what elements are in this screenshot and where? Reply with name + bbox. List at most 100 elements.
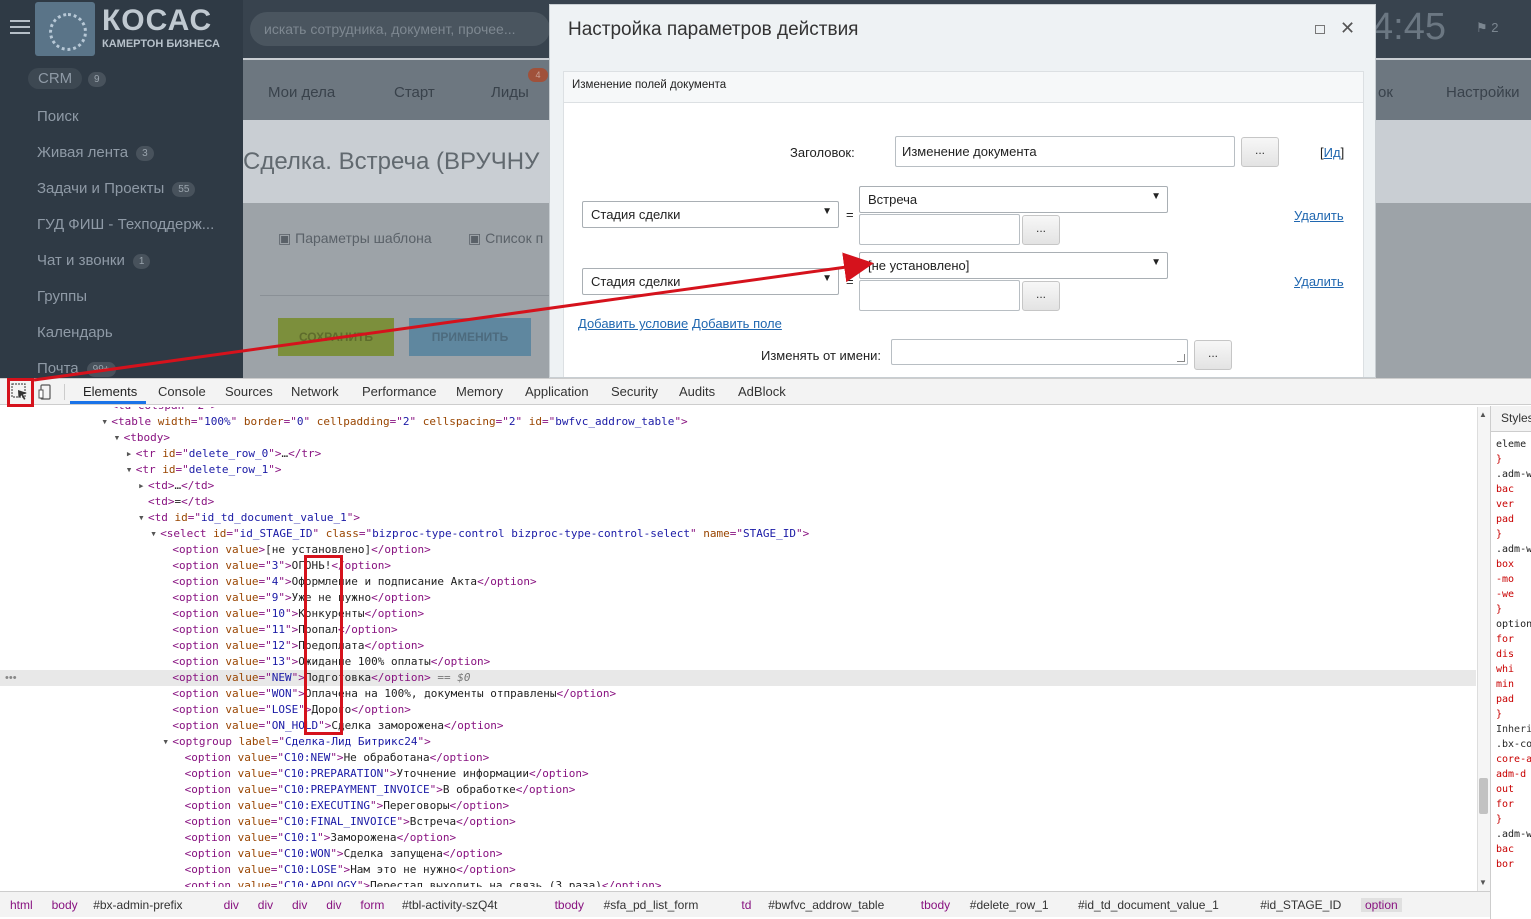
dom-node-row[interactable]: <option value="C10:APOLOGY">Перестал вых… bbox=[0, 878, 1476, 887]
dom-node-row[interactable]: <option value="ON_HOLD">Сделка заморожен… bbox=[0, 718, 1476, 734]
dom-node-row[interactable]: <option value="WON">Оплачена на 100%, до… bbox=[0, 686, 1476, 702]
dom-node-row[interactable]: <option value="C10:EXECUTING">Переговоры… bbox=[0, 798, 1476, 814]
close-icon[interactable]: ✕ bbox=[1340, 18, 1355, 39]
cond2-extra-input[interactable] bbox=[859, 280, 1020, 311]
breadcrumb-item[interactable]: option bbox=[1361, 898, 1402, 912]
modify-as-input[interactable] bbox=[891, 339, 1188, 365]
dom-node-row[interactable]: <td colspan="2"> bbox=[0, 407, 1476, 414]
collapse-triangle-icon[interactable]: ▾ bbox=[114, 430, 121, 446]
nav-my-tasks[interactable]: Мои дела bbox=[268, 84, 335, 101]
dom-node-row[interactable]: <option value="C10:1">Заморожена</option… bbox=[0, 830, 1476, 846]
sidebar-item[interactable]: Поиск bbox=[37, 108, 79, 125]
dom-node-row[interactable]: ▾ <td id="id_td_document_value_1"> bbox=[0, 510, 1476, 526]
breadcrumb-item[interactable]: tbody bbox=[555, 898, 584, 912]
breadcrumb-item[interactable]: html bbox=[10, 898, 33, 912]
id-link[interactable]: Ид bbox=[1324, 145, 1341, 160]
scroll-up-icon[interactable]: ▲ bbox=[1479, 410, 1487, 419]
dom-node-row[interactable]: <option value="C10:LOSE">Нам это не нужн… bbox=[0, 862, 1476, 878]
add-field-link[interactable]: Добавить поле bbox=[692, 316, 782, 331]
tab-template-params[interactable]: ▣ Параметры шаблона bbox=[278, 230, 432, 247]
breadcrumb-item[interactable]: form bbox=[360, 898, 384, 912]
sidebar-item[interactable]: Задачи и Проекты 55 bbox=[37, 180, 196, 197]
dom-node-row[interactable]: ▾ <tbody> bbox=[0, 430, 1476, 446]
styles-tab[interactable]: Styles bbox=[1490, 406, 1531, 432]
nav-start[interactable]: Старт bbox=[394, 84, 435, 101]
dom-node-row[interactable]: <td>=</td> bbox=[0, 494, 1476, 510]
nav-settings[interactable]: Настройки bbox=[1446, 84, 1520, 101]
dom-node-row[interactable]: <option value="C10:NEW">Не обработана</o… bbox=[0, 750, 1476, 766]
dom-node-row[interactable]: <option value="9">Уже не нужно</option> bbox=[0, 590, 1476, 606]
dom-tree[interactable]: <td colspan="2">▾<table width="100%" bor… bbox=[0, 407, 1476, 887]
more-actions-icon[interactable]: ••• bbox=[5, 672, 17, 684]
dom-node-row[interactable]: <option value="C10:WON">Сделка запущена<… bbox=[0, 846, 1476, 862]
cond1-value-select[interactable]: Встреча ▼ bbox=[859, 186, 1168, 213]
sidebar-item[interactable]: Календарь bbox=[37, 324, 113, 341]
dom-node-row[interactable]: ▾ <optgroup label="Сделка-Лид Битрикс24"> bbox=[0, 734, 1476, 750]
add-condition-link[interactable]: Добавить условие bbox=[578, 316, 688, 331]
scroll-down-icon[interactable]: ▼ bbox=[1479, 878, 1487, 887]
dom-node-row[interactable]: <option value="4">Оформление и подписани… bbox=[0, 574, 1476, 590]
breadcrumb-item[interactable]: tbody bbox=[921, 898, 950, 912]
cond2-dots-button[interactable]: ... bbox=[1022, 281, 1060, 311]
sidebar-item[interactable]: Группы bbox=[37, 288, 87, 305]
dom-node-row[interactable]: <option value="13">Ожидание 100% оплаты<… bbox=[0, 654, 1476, 670]
dom-node-row[interactable]: ▾ <select id="id_STAGE_ID" class="bizproc… bbox=[0, 526, 1476, 542]
sidebar-item[interactable]: Почта 99+ bbox=[37, 360, 116, 377]
apply-button[interactable]: ПРИМЕНИТЬ bbox=[409, 318, 531, 356]
title-dots-button[interactable]: ... bbox=[1241, 137, 1279, 167]
tab-console[interactable]: Console bbox=[158, 384, 206, 399]
tab-elements[interactable]: Elements bbox=[83, 384, 137, 399]
breadcrumb-item[interactable]: #id_td_document_value_1 bbox=[1078, 898, 1219, 912]
dom-node-row[interactable]: <option value="C10:PREPARATION">Уточнени… bbox=[0, 766, 1476, 782]
breadcrumb-item[interactable]: #delete_row_1 bbox=[970, 898, 1049, 912]
maximize-icon[interactable] bbox=[1315, 25, 1325, 34]
cond1-delete-link[interactable]: Удалить bbox=[1294, 208, 1344, 223]
nav-item-partial[interactable]: ок bbox=[1378, 84, 1393, 101]
tab-adblock[interactable]: AdBlock bbox=[738, 384, 786, 399]
scrollbar-thumb[interactable] bbox=[1479, 778, 1488, 814]
breadcrumb-item[interactable]: div bbox=[224, 898, 239, 912]
dom-node-row[interactable]: <option value="LOSE">Дорого</option> bbox=[0, 702, 1476, 718]
breadcrumb-item[interactable]: div bbox=[292, 898, 307, 912]
dom-node-row[interactable]: <option value="12">Предоплата</option> bbox=[0, 638, 1476, 654]
breadcrumb-item[interactable]: #bwfvc_addrow_table bbox=[768, 898, 884, 912]
device-toolbar-icon[interactable] bbox=[38, 384, 54, 400]
dom-node-row[interactable]: ▸ <tr id="delete_row_0">…</tr> bbox=[0, 446, 1476, 462]
cond1-field-select[interactable]: Стадия сделки ▼ bbox=[582, 201, 839, 228]
dom-node-row[interactable]: ▸ <td>…</td> bbox=[0, 478, 1476, 494]
tab-security[interactable]: Security bbox=[611, 384, 658, 399]
save-button[interactable]: СОХРАНИТЬ bbox=[278, 318, 394, 356]
menu-icon[interactable] bbox=[10, 20, 30, 36]
cond2-value-select[interactable]: [не установлено] ▼ bbox=[859, 252, 1168, 279]
collapse-triangle-icon[interactable]: ▾ bbox=[101, 414, 108, 430]
dom-node-row[interactable]: ▾ <tr id="delete_row_1"> bbox=[0, 462, 1476, 478]
tab-network[interactable]: Network bbox=[291, 384, 339, 399]
title-input[interactable]: Изменение документа bbox=[895, 136, 1235, 167]
cond1-dots-button[interactable]: ... bbox=[1022, 215, 1060, 245]
dom-node-row[interactable]: ▾ <table width="100%" border="0" cellpadd… bbox=[0, 414, 1476, 430]
dom-node-row[interactable]: <option value="3">ОГОНЬ!</option> bbox=[0, 558, 1476, 574]
sidebar-item[interactable]: ГУД ФИШ - Техподдерж... bbox=[37, 216, 214, 233]
dom-node-row[interactable]: <option value="C10:FINAL_INVOICE">Встреч… bbox=[0, 814, 1476, 830]
breadcrumb-item[interactable]: #bx-admin-prefix bbox=[93, 898, 182, 912]
breadcrumb-item[interactable]: body bbox=[52, 898, 78, 912]
dom-tree-scrollbar[interactable] bbox=[1477, 407, 1490, 891]
tab-sources[interactable]: Sources bbox=[225, 384, 273, 399]
dom-node-row[interactable]: <option value="10">Конкуренты</option> bbox=[0, 606, 1476, 622]
collapse-triangle-icon[interactable]: ▾ bbox=[162, 734, 169, 750]
collapse-triangle-icon[interactable]: ▾ bbox=[126, 462, 133, 478]
dom-node-row[interactable]: <option value="11">Пропал</option> bbox=[0, 622, 1476, 638]
tab-audits[interactable]: Audits bbox=[679, 384, 715, 399]
expand-triangle-icon[interactable]: ▸ bbox=[138, 478, 145, 494]
sidebar-item[interactable]: Чат и звонки 1 bbox=[37, 252, 151, 269]
tab-memory[interactable]: Memory bbox=[456, 384, 503, 399]
breadcrumb-item[interactable]: td bbox=[741, 898, 751, 912]
breadcrumb-item[interactable]: #id_STAGE_ID bbox=[1260, 898, 1341, 912]
tab-performance[interactable]: Performance bbox=[362, 384, 436, 399]
tab-application[interactable]: Application bbox=[525, 384, 589, 399]
modify-as-dots-button[interactable]: ... bbox=[1194, 340, 1232, 370]
dom-node-row[interactable]: <option value="C10:PREPAYMENT_INVOICE">В… bbox=[0, 782, 1476, 798]
breadcrumb-item[interactable]: div bbox=[258, 898, 273, 912]
cond1-extra-input[interactable] bbox=[859, 214, 1020, 245]
cond2-field-select[interactable]: Стадия сделки ▼ bbox=[582, 268, 839, 295]
